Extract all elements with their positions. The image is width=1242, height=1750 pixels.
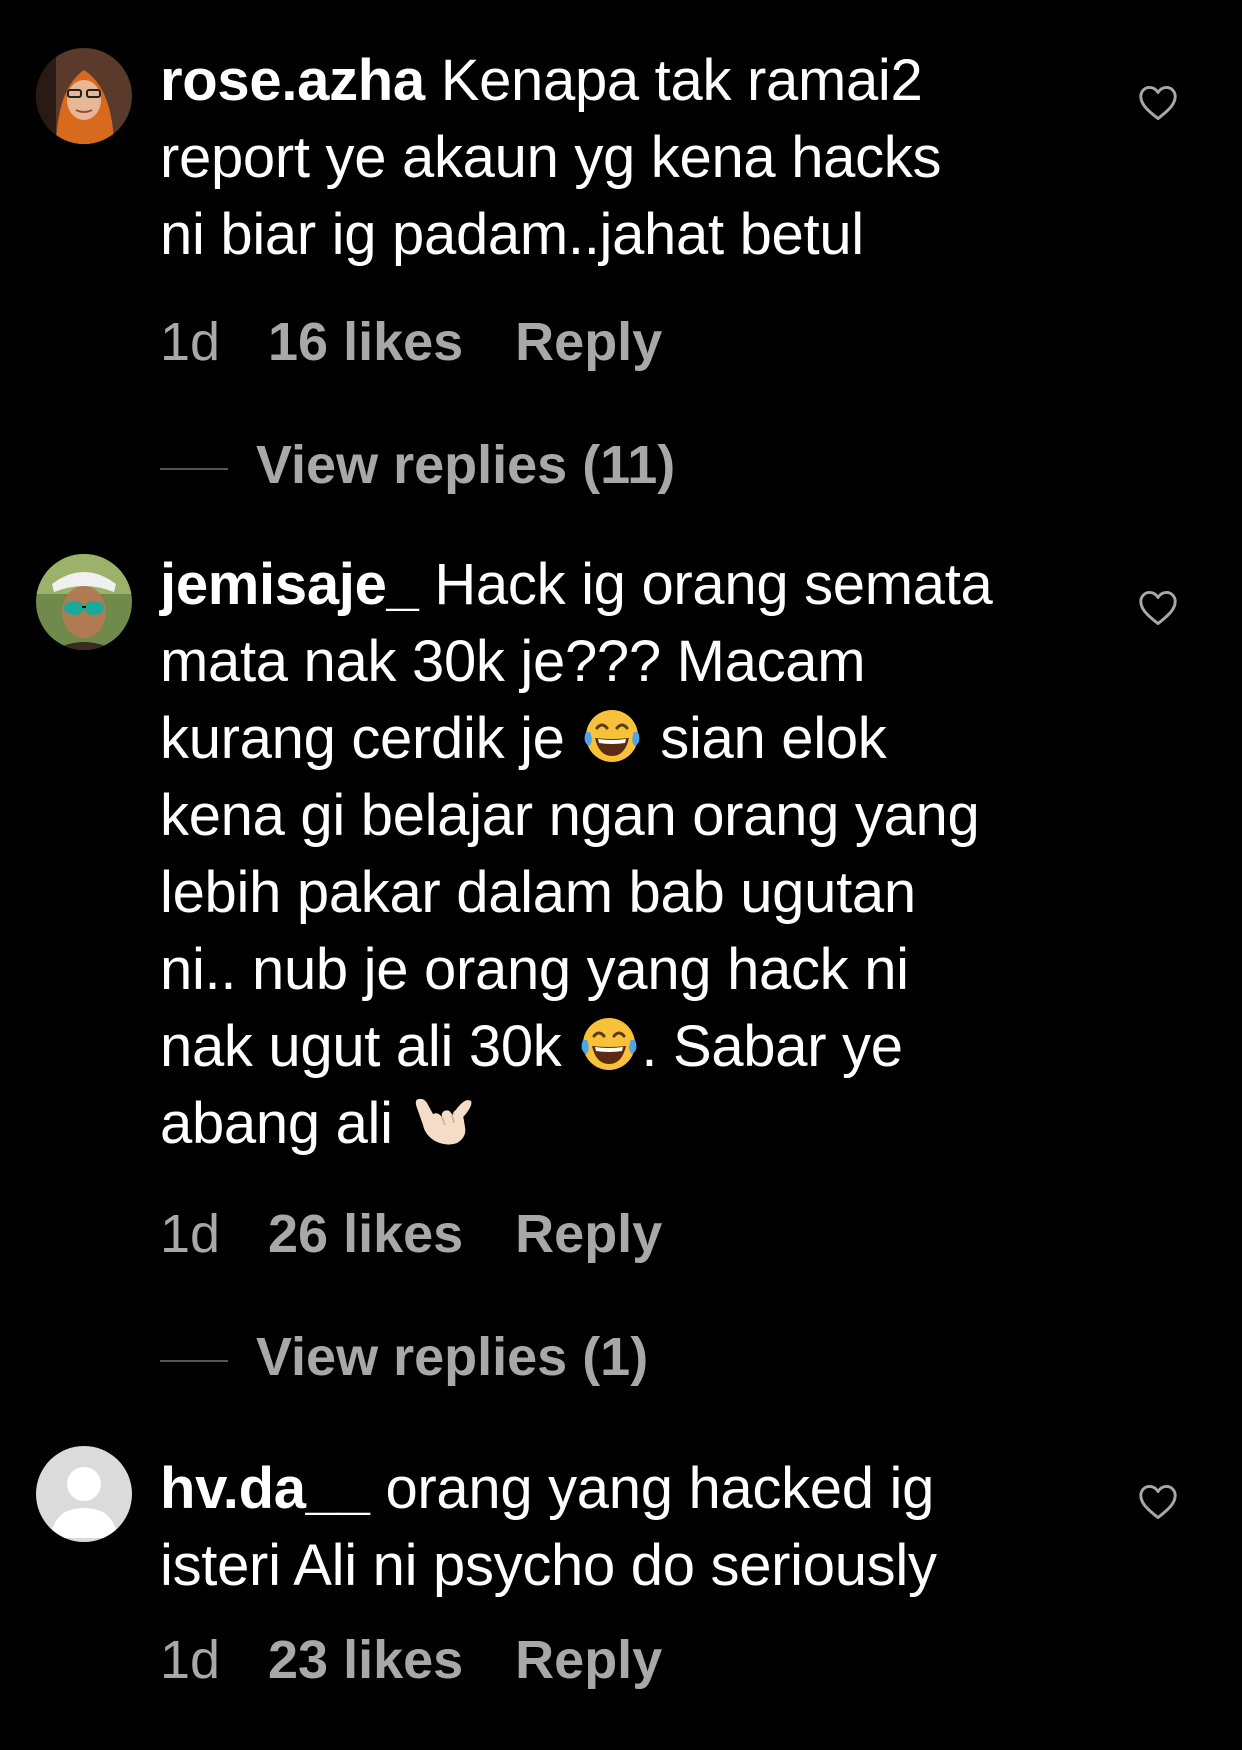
avatar[interactable] [36, 48, 132, 144]
comment-username[interactable]: hv.da__ [160, 1456, 370, 1521]
comment-meta: 1d 16 likes Reply [160, 312, 662, 372]
likes-count[interactable]: 26 likes [268, 1204, 463, 1264]
comment-text: rose.azha Kenapa tak ramai2 report ye ak… [160, 42, 1090, 273]
view-replies-button[interactable]: View replies (11) [160, 435, 675, 495]
tears-of-joy-emoji-icon [580, 706, 644, 766]
avatar[interactable] [36, 1446, 132, 1542]
comment-time: 1d [160, 312, 221, 372]
comment-time: 1d [160, 1204, 221, 1264]
divider-line [160, 1359, 228, 1362]
user-photo-icon [36, 554, 132, 650]
like-heart-icon[interactable] [1138, 590, 1178, 626]
comment-meta: 1d 26 likes Reply [160, 1204, 662, 1264]
tears-of-joy-emoji-icon [577, 1014, 641, 1074]
reply-button[interactable]: Reply [515, 1204, 662, 1264]
user-photo-icon [36, 48, 132, 144]
comment-username[interactable]: rose.azha [160, 48, 425, 113]
comment-text: jemisaje_ Hack ig orang semata mata nak … [160, 546, 1090, 1162]
reply-button[interactable]: Reply [515, 312, 662, 372]
likes-count[interactable]: 16 likes [268, 312, 463, 372]
call-me-hand-emoji-icon [409, 1091, 473, 1151]
view-replies-label: View replies (1) [256, 1327, 649, 1387]
like-heart-icon[interactable] [1138, 1484, 1178, 1520]
reply-button[interactable]: Reply [515, 1630, 662, 1690]
divider-line [160, 467, 228, 470]
view-replies-button[interactable]: View replies (1) [160, 1327, 648, 1387]
likes-count[interactable]: 23 likes [268, 1630, 463, 1690]
comment-meta: 1d 23 likes Reply [160, 1630, 662, 1690]
comment-username[interactable]: jemisaje_ [160, 552, 419, 617]
avatar[interactable] [36, 554, 132, 650]
comment-time: 1d [160, 1630, 221, 1690]
comment-text: hv.da__ orang yang hacked ig isteri Ali … [160, 1450, 1090, 1604]
default-avatar-icon [36, 1446, 132, 1542]
view-replies-label: View replies (11) [256, 435, 676, 495]
like-heart-icon[interactable] [1138, 85, 1178, 121]
